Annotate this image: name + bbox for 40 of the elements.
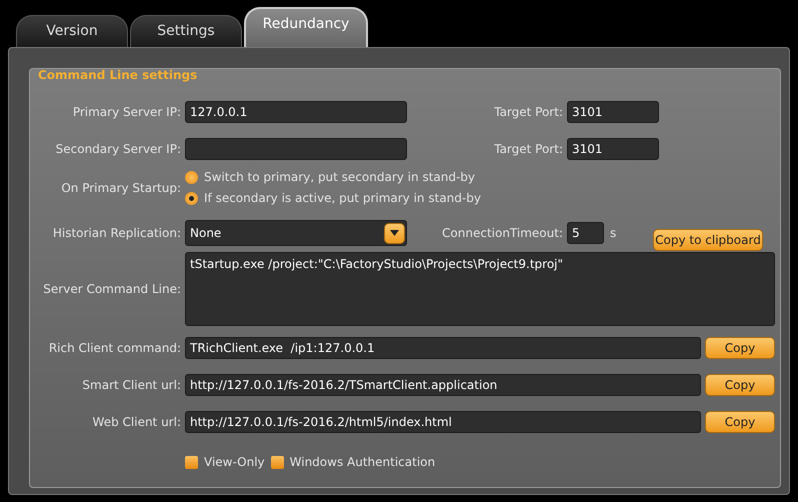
input-field[interactable]: TRichClient.exe /ip1:127.0.0.1 xyxy=(185,337,701,359)
input-field[interactable]: 3101 xyxy=(567,138,659,160)
dropdown-value: None xyxy=(190,225,222,242)
unit-label: s xyxy=(610,225,618,242)
field-label: ConnectionTimeout: xyxy=(441,225,564,242)
field-label: Rich Client command: xyxy=(48,340,182,357)
input-field[interactable]: 3101 xyxy=(567,101,659,123)
radio-button[interactable] xyxy=(185,192,198,204)
input-field[interactable]: http://127.0.0.1/fs-2016.2/html5/index.html xyxy=(185,411,701,433)
checkbox-label: View-Only xyxy=(204,454,265,471)
copy-to-clipboard-button[interactable]: Copy to clipboard xyxy=(653,229,763,251)
field-label: Primary Server IP: xyxy=(72,104,182,121)
field-label: On Primary Startup: xyxy=(60,180,182,196)
field-label: Secondary Server IP: xyxy=(54,141,182,158)
input-field[interactable]: http://127.0.0.1/fs-2016.2/TSmartClient.application xyxy=(185,374,701,396)
checkbox-label: Windows Authentication xyxy=(290,454,436,471)
checkbox[interactable] xyxy=(270,456,284,468)
dropdown[interactable]: None xyxy=(185,220,407,246)
field-label: Web Client url: xyxy=(92,414,182,431)
input-field[interactable] xyxy=(185,138,407,160)
field-label: Server Command Line: xyxy=(42,281,182,298)
caret-icon xyxy=(384,222,405,244)
copy-button[interactable]: Copy xyxy=(705,374,775,396)
checkbox[interactable] xyxy=(185,456,198,468)
input-field[interactable]: 5 xyxy=(567,222,604,244)
field-label: Target Port: xyxy=(493,141,564,158)
copy-button[interactable]: Copy xyxy=(705,411,775,433)
field-label: Smart Client url: xyxy=(81,377,182,394)
option-label: If secondary is active, put primary in stand-by xyxy=(204,190,481,207)
tab[interactable]: Settings xyxy=(130,15,242,47)
tab[interactable]: Version xyxy=(16,15,128,47)
field-label: Historian Replication: xyxy=(52,225,182,242)
tab[interactable]: Redundancy xyxy=(244,7,368,47)
radio-button[interactable] xyxy=(185,170,198,184)
command-text-area[interactable]: tStartup.exe /project:"C:\FactoryStudio\Projects\Project9.tproj" xyxy=(185,252,775,326)
option-label: Switch to primary, put secondary in stand-by xyxy=(204,169,476,186)
group-title: Command Line settings xyxy=(38,67,198,84)
copy-button[interactable]: Copy xyxy=(705,337,775,359)
field-label: Target Port: xyxy=(493,104,564,121)
input-field[interactable]: 127.0.0.1 xyxy=(185,101,407,123)
